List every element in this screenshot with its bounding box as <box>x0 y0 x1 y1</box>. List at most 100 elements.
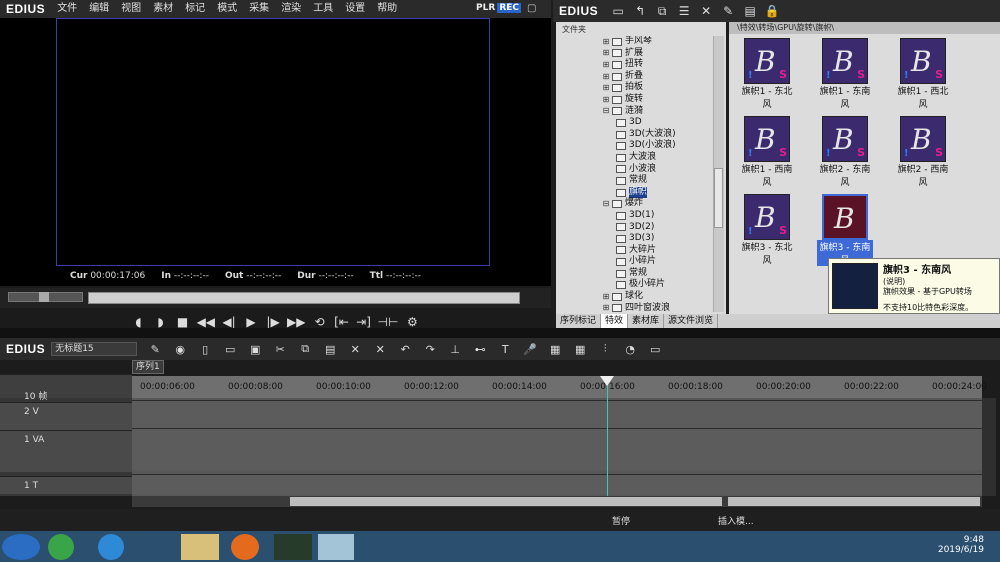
delete-icon[interactable]: ✕ <box>698 4 714 18</box>
effect-thumbnail[interactable]: B! S 旗帜3 - 东北风 <box>739 194 795 266</box>
copy-icon[interactable]: ⧉ <box>654 4 670 19</box>
hscroll-thumb[interactable] <box>290 497 722 506</box>
expand-toggle-icon[interactable]: ⊞ <box>602 292 610 301</box>
set-in-icon[interactable]: ◖ <box>131 315 147 329</box>
shuttle-knob[interactable] <box>39 292 49 302</box>
tree-item[interactable]: ⊞ 扭转 <box>556 59 716 71</box>
expand-toggle-icon[interactable]: ⊟ <box>602 107 610 115</box>
menu-item[interactable]: 工具 <box>307 0 339 18</box>
menu-item[interactable]: 标记 <box>179 0 211 18</box>
redo-icon[interactable]: ↷ <box>422 343 438 356</box>
scale-label[interactable]: 10 帧 <box>24 389 47 402</box>
tree-item[interactable]: ⊟ 爆炸 <box>556 198 716 210</box>
expand-toggle-icon[interactable]: ⊞ <box>602 60 610 69</box>
tree-item[interactable]: 3D(2) <box>556 222 716 234</box>
menu-item[interactable]: 渲染 <box>275 0 307 18</box>
menu-item[interactable]: 采集 <box>243 0 275 18</box>
effect-thumbnail[interactable]: B! S 旗帜1 - 西南风 <box>739 116 795 188</box>
expand-toggle-icon[interactable]: ⊞ <box>602 49 610 57</box>
up-folder-icon[interactable]: ↰ <box>632 4 648 18</box>
effect-thumbnail[interactable]: B! S 旗帜1 - 东北风 <box>739 38 795 110</box>
qq-icon[interactable] <box>143 534 169 560</box>
view-icon[interactable]: ▤ <box>742 4 758 18</box>
capture-icon[interactable]: ◉ <box>172 343 188 356</box>
title-icon[interactable]: T <box>497 343 513 356</box>
undo-icon[interactable]: ↶ <box>397 343 413 356</box>
tree-item[interactable]: 3D(1) <box>556 210 716 222</box>
tree-item[interactable]: 3D(小波浪) <box>556 140 716 152</box>
tree-item[interactable]: ⊞ 四叶窗波浪 <box>556 303 716 314</box>
bin-tab[interactable]: 序列标记 <box>556 314 602 328</box>
explorer-icon[interactable] <box>181 534 219 560</box>
menu-item[interactable]: 帮助 <box>371 0 403 18</box>
clock-icon[interactable]: ◔ <box>622 343 638 356</box>
cut-icon[interactable]: ✂ <box>272 343 288 356</box>
tree-item[interactable]: 常规 <box>556 175 716 187</box>
marker-icon[interactable]: ⊥ <box>447 343 463 356</box>
step-forward-icon[interactable]: |▶ <box>265 315 281 329</box>
project-name[interactable]: 无标题15 <box>51 342 138 356</box>
playhead[interactable] <box>607 376 608 496</box>
lane-1t[interactable] <box>132 474 982 494</box>
effect-thumbnail[interactable]: B旗帜3 - 东南风 <box>817 194 873 266</box>
tree-item[interactable]: ⊞ 旋转 <box>556 94 716 106</box>
open-icon[interactable]: ▭ <box>222 343 238 356</box>
app-icon-green[interactable] <box>48 534 74 560</box>
settings-icon[interactable]: ⚙ <box>404 315 420 329</box>
bin-tab[interactable]: 源文件浏览 <box>664 314 719 328</box>
tree-item[interactable]: 大波浪 <box>556 152 716 164</box>
tree-item[interactable]: ⊟ 涟漪 <box>556 106 716 118</box>
mixer-tl-icon[interactable]: ⫶ <box>597 342 613 356</box>
loop-icon[interactable]: ⟲ <box>312 315 328 329</box>
effect-thumbnail[interactable]: B! S 旗帜1 - 西北风 <box>895 38 951 110</box>
time-ruler[interactable]: 00:00:06:00 00:00:08:00 00:00:10:00 00:00:1… <box>132 376 987 398</box>
tree-item[interactable]: ⊞ 球化 <box>556 291 716 303</box>
expand-toggle-icon[interactable]: ⊞ <box>602 72 610 81</box>
lock-icon[interactable]: 🔒 <box>764 4 780 18</box>
effect-thumbnail[interactable]: B! S 旗帜2 - 西南风 <box>895 116 951 188</box>
copy-tl-icon[interactable]: ⧉ <box>297 342 313 356</box>
ripple-delete-icon[interactable]: ✕ <box>372 343 388 356</box>
play-icon[interactable]: ▶ <box>243 315 259 329</box>
track-row-2v[interactable]: 2 V <box>0 402 132 430</box>
tree-item[interactable]: ⊞ 折叠 <box>556 71 716 83</box>
menu-item[interactable]: 视图 <box>115 0 147 18</box>
track-row-1va[interactable]: 1 VA <box>0 430 132 472</box>
tree-item[interactable]: 常规 <box>556 268 716 280</box>
tree-item[interactable]: ⊞ 手风琴 <box>556 36 716 48</box>
expand-toggle-icon[interactable]: ⊞ <box>602 95 610 104</box>
properties-icon[interactable]: ✎ <box>720 4 736 18</box>
window-controls[interactable]: ▢ <box>527 3 547 15</box>
rewind-icon[interactable]: ◀◀ <box>197 315 215 329</box>
step-back-icon[interactable]: ◀| <box>221 315 237 329</box>
overwrite-icon[interactable]: ⇥] <box>356 315 372 329</box>
fast-forward-icon[interactable]: ▶▶ <box>287 315 305 329</box>
menu-item[interactable]: 设置 <box>339 0 371 18</box>
effect-thumbnail[interactable]: B! S 旗帜1 - 东南风 <box>817 38 873 110</box>
mixer-icon[interactable]: ☰ <box>676 4 692 18</box>
save-icon[interactable]: ▣ <box>247 343 263 356</box>
tree-item[interactable]: 极小碎片 <box>556 279 716 291</box>
stop-icon[interactable]: ■ <box>175 315 191 329</box>
sequence-tab[interactable]: 序列1 <box>132 360 164 374</box>
shuttle-slider[interactable] <box>8 292 83 302</box>
hscroll-thumb-right[interactable] <box>728 497 980 506</box>
start-button[interactable] <box>2 534 40 560</box>
bin-tab[interactable]: 特效 <box>601 314 629 328</box>
tree-item[interactable]: 3D(大波浪) <box>556 129 716 141</box>
plr-label[interactable]: PLR <box>474 3 497 13</box>
tree-item[interactable]: 大碎片 <box>556 245 716 257</box>
render-icon[interactable]: ▦ <box>547 343 563 356</box>
folder-icon[interactable]: ▭ <box>610 4 626 18</box>
rec-label[interactable]: REC <box>497 3 521 13</box>
plr-rec-indicator[interactable]: PLR REC <box>474 3 521 13</box>
split-icon[interactable]: ⊣⊢ <box>378 315 399 329</box>
menu-item[interactable]: 文件 <box>51 0 83 18</box>
playhead-marker[interactable] <box>600 376 614 386</box>
tree-scroll-thumb[interactable] <box>714 168 723 228</box>
lane-1va[interactable] <box>132 428 982 470</box>
link-icon[interactable]: ⊷ <box>472 343 488 356</box>
tree-item[interactable]: 小波浪 <box>556 164 716 176</box>
tree-item[interactable]: 小碎片 <box>556 256 716 268</box>
layout-icon[interactable]: ▭ <box>647 343 663 356</box>
